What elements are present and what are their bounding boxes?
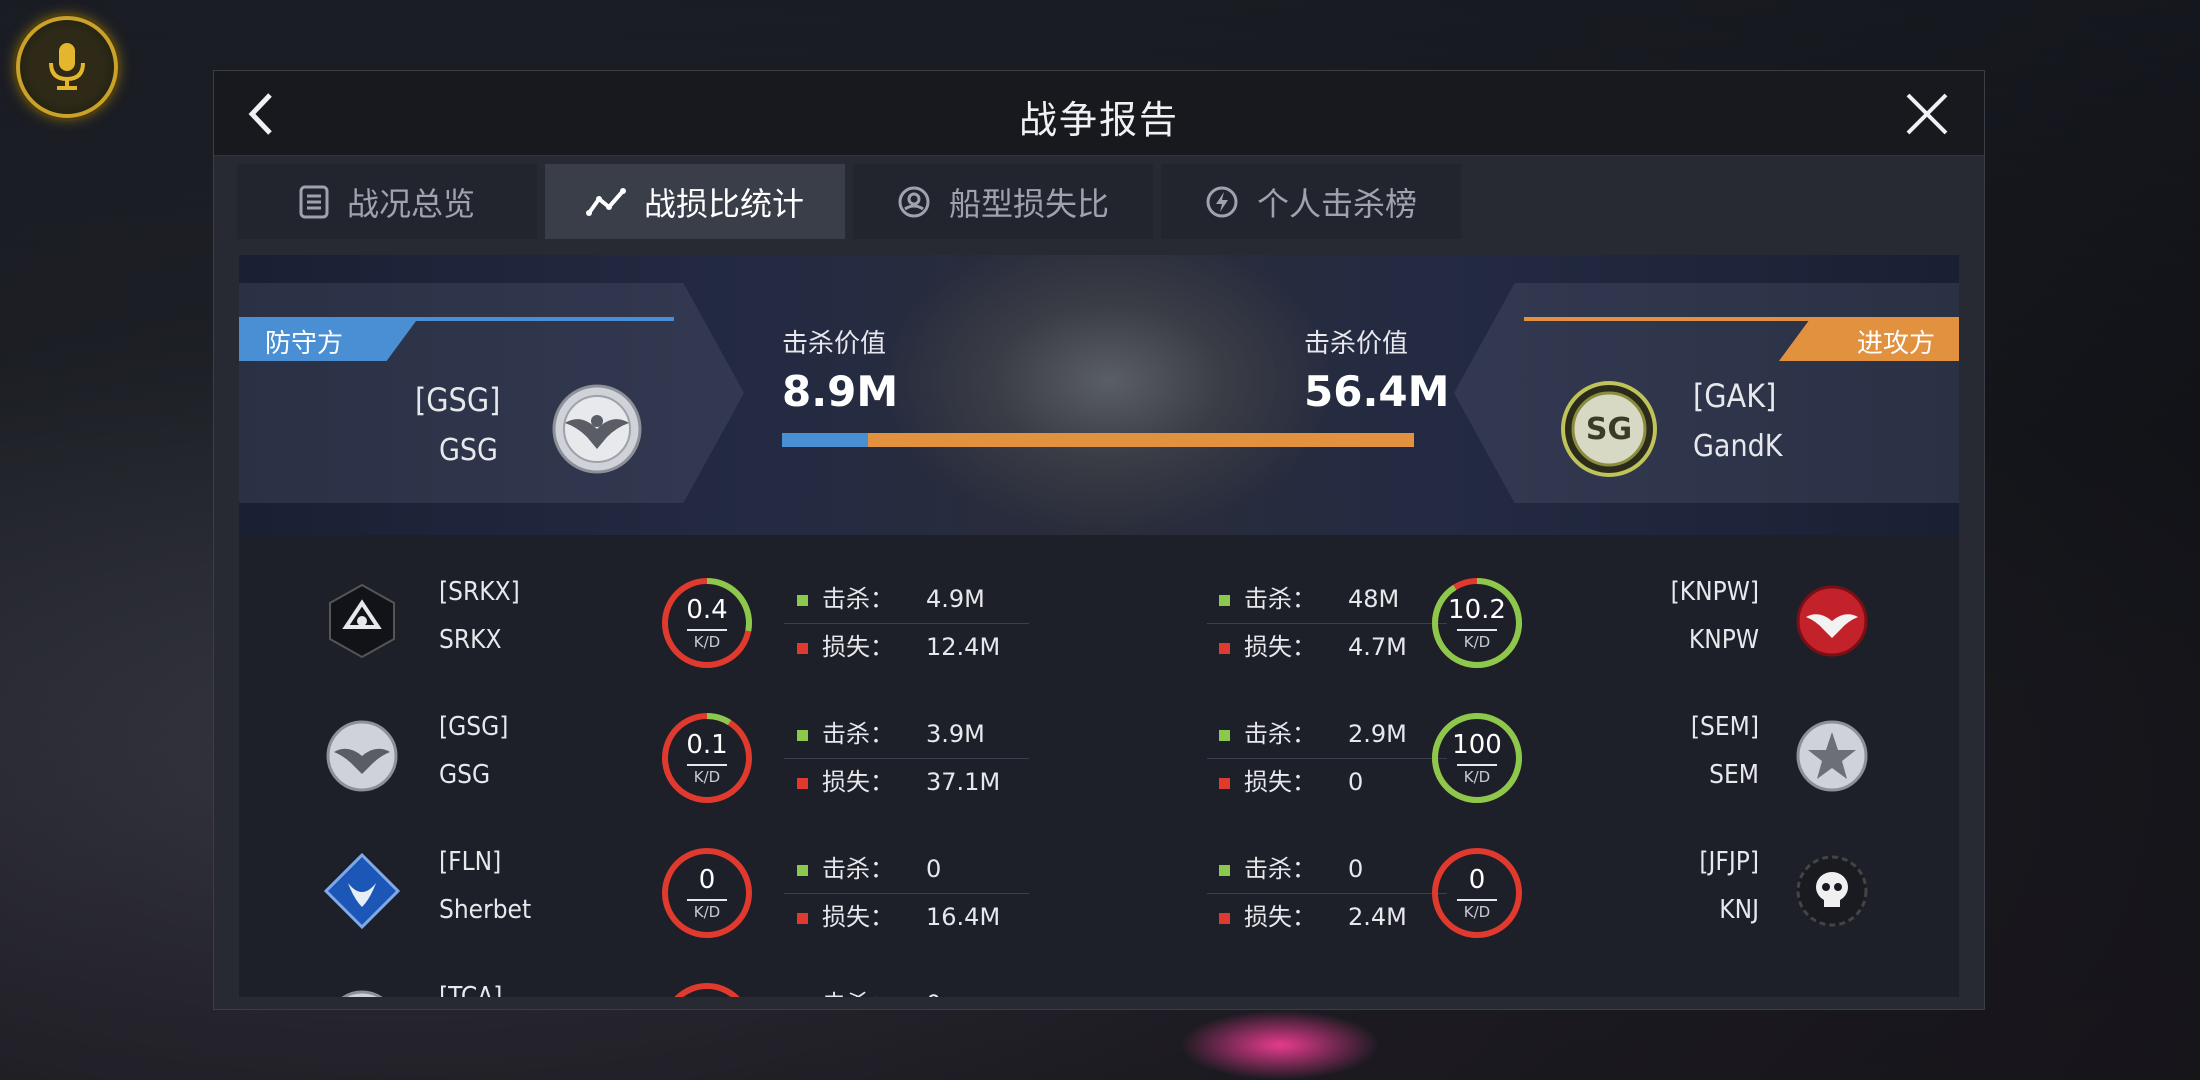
stat-value: 4.9M xyxy=(926,585,985,613)
defender-panel: 防守方 [GSG] GSG xyxy=(239,283,759,503)
background-glow xyxy=(1180,1010,1380,1080)
tab-bar: 战况总览 战损比统计 船型损失比 个人击杀榜 xyxy=(237,164,1469,239)
lightning-icon xyxy=(1206,186,1238,217)
alliance-tag: [GSG] xyxy=(439,712,509,742)
kd-ring: 0.4 K/D xyxy=(659,575,755,671)
alliance-name: GSG xyxy=(439,760,491,790)
second-galaxy-emblem-icon: SG xyxy=(1561,381,1657,477)
kill-stat: 击杀： 0 xyxy=(797,849,941,884)
kd-ring: K/D xyxy=(659,980,755,997)
attacker-name: GandK xyxy=(1693,429,1783,464)
battle-banner: 防守方 [GSG] GSG 击杀价值 8.9M 击杀价值 56.4M 进攻方 S… xyxy=(239,255,1959,535)
kd-value: 0 xyxy=(698,865,716,895)
loss-stat: 损失： 12.4M xyxy=(797,627,1000,662)
kd-value: 0.4 xyxy=(686,595,728,625)
stat-label: 损失： xyxy=(822,903,894,931)
alliance-name: SRKX xyxy=(439,625,502,655)
loss-stat: 损失： 37.1M xyxy=(797,762,1000,797)
stat-label: 损失： xyxy=(822,768,894,796)
phoenix-emblem-icon xyxy=(323,852,401,930)
defender-row[interactable]: [SRKX] SRKX 0.4 K/D 击杀： 4.9M 损失： 12.4M xyxy=(239,555,1959,690)
legend-square xyxy=(797,864,808,876)
attacker-kill-label: 击杀价值 xyxy=(1304,329,1409,359)
kd-label: K/D xyxy=(693,633,721,651)
stat-label: 击杀： xyxy=(822,855,894,883)
tab-label: 战况总览 xyxy=(346,184,475,223)
defender-row[interactable]: [GSG] GSG 0.1 K/D 击杀： 3.9M 损失： 37.1M xyxy=(239,690,1959,825)
stat-value: 0 xyxy=(926,990,941,997)
kill-share-bar xyxy=(782,433,1414,447)
stat-value: 0 xyxy=(926,855,942,883)
eagle-emblem-icon xyxy=(324,718,400,794)
legend-square xyxy=(797,777,808,789)
stat-label: 击杀： xyxy=(822,585,894,613)
defender-row[interactable]: [FLN] Sherbet 0 K/D 击杀： 0 损失： 16.4M xyxy=(239,825,1959,960)
defender-tag: [GSG] xyxy=(415,381,501,419)
kd-label: K/D xyxy=(693,768,721,786)
kd-ring: 0.1 K/D xyxy=(659,710,755,806)
stat-value: 37.1M xyxy=(926,768,1001,796)
close-button[interactable] xyxy=(1902,89,1952,139)
eagle-emblem-icon xyxy=(552,384,642,474)
kd-divider xyxy=(687,899,727,901)
kd-divider xyxy=(687,629,727,631)
microphone-icon xyxy=(49,43,85,90)
svg-text:SG: SG xyxy=(1586,412,1632,447)
kd-label: K/D xyxy=(693,903,721,921)
star-emblem-icon xyxy=(324,583,400,659)
attacker-tag: [GAK] xyxy=(1693,377,1777,415)
stat-label: 损失： xyxy=(822,633,894,661)
tab-overview[interactable]: 战况总览 xyxy=(237,164,537,239)
ship-ratio-icon xyxy=(898,186,930,217)
loss-stat: 损失： 16.4M xyxy=(797,897,1000,932)
war-report-panel: 战争报告 战况总览 战损比统计 船型损失比 个人击杀榜 防守方 [GSG] GS… xyxy=(213,70,1985,1010)
title-bar: 战争报告 xyxy=(214,71,1984,156)
tab-personal-kills[interactable]: 个人击杀榜 xyxy=(1161,164,1461,239)
legend-square xyxy=(797,912,808,924)
alliance-tag: [TCA] xyxy=(439,982,503,997)
legend-square xyxy=(797,729,808,741)
attacker-kill-value: 56.4M xyxy=(1304,367,1450,416)
close-icon xyxy=(1906,93,1948,135)
banner-ship-art xyxy=(879,255,1339,535)
defender-name: GSG xyxy=(439,433,498,468)
divider xyxy=(784,893,1029,894)
tab-label: 战损比统计 xyxy=(643,184,804,223)
kd-stats-content: 防守方 [GSG] GSG 击杀价值 8.9M 击杀价值 56.4M 进攻方 S… xyxy=(239,255,1959,997)
stat-value: 12.4M xyxy=(926,633,1001,661)
legend-square xyxy=(797,594,808,606)
defender-row[interactable]: [TCA]K/D击杀：0损失： xyxy=(239,960,1959,997)
line-chart-icon xyxy=(585,187,626,216)
kd-value: 0.1 xyxy=(686,730,728,760)
page-title: 战争报告 xyxy=(1018,98,1179,142)
kill-stat: 击杀：0 xyxy=(797,984,941,997)
stat-label: 击杀： xyxy=(822,984,926,997)
tab-kd-stats[interactable]: 战损比统计 xyxy=(545,164,845,239)
kd-divider xyxy=(687,764,727,766)
alliance-tag: [SRKX] xyxy=(439,577,520,607)
list-doc-icon xyxy=(299,185,329,218)
divider xyxy=(784,758,1029,759)
stat-value: 3.9M xyxy=(926,720,985,748)
divider xyxy=(784,623,1029,624)
round-emblem-icon xyxy=(324,988,400,997)
kill-stat: 击杀： 4.9M xyxy=(797,579,985,614)
kill-share-defender-fill xyxy=(782,433,869,447)
kill-stat: 击杀： 3.9M xyxy=(797,714,985,749)
legend-square xyxy=(797,642,808,654)
tab-ship-loss[interactable]: 船型损失比 xyxy=(853,164,1153,239)
kd-ring: 0 K/D xyxy=(659,845,755,941)
tab-label: 个人击杀榜 xyxy=(1256,184,1417,223)
defender-kill-value: 8.9M xyxy=(782,367,899,416)
stat-value: 16.4M xyxy=(926,903,1001,931)
alliance-tag: [FLN] xyxy=(439,847,502,877)
defender-kill-label: 击杀价值 xyxy=(782,329,887,359)
tab-label: 船型损失比 xyxy=(948,184,1109,223)
attacker-panel: 进攻方 SG [GAK] GandK xyxy=(1439,283,1959,503)
alliance-name: Sherbet xyxy=(439,895,532,925)
voice-chat-button[interactable] xyxy=(16,16,118,118)
stat-label: 击杀： xyxy=(822,720,894,748)
